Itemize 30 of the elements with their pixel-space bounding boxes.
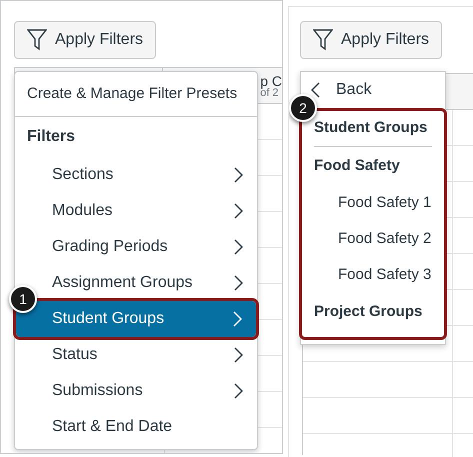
- chevron-left-icon: [311, 82, 320, 98]
- group-option[interactable]: Food Safety 2: [338, 228, 432, 250]
- group-option[interactable]: Food Safety 3: [338, 264, 432, 286]
- chevron-right-icon: [234, 203, 243, 219]
- column-subheader-text: of 2: [260, 88, 280, 99]
- filters-heading: Filters: [27, 127, 76, 147]
- group-heading: Project Groups: [314, 302, 422, 322]
- apply-filters-button[interactable]: Apply Filters: [14, 21, 156, 59]
- chevron-right-icon: [234, 347, 243, 363]
- menu-item[interactable]: Sections: [41, 157, 257, 193]
- menu-item[interactable]: Grading Periods: [41, 229, 257, 265]
- menu-item[interactable]: Submissions: [41, 373, 257, 409]
- filter-icon: [27, 29, 47, 51]
- menu-item[interactable]: Status: [41, 337, 257, 373]
- chevron-right-icon: [233, 311, 242, 327]
- chevron-right-icon: [234, 239, 243, 255]
- chevron-right-icon: [234, 275, 243, 291]
- menu-item[interactable]: Start & End Date: [41, 409, 257, 445]
- chevron-right-icon: [234, 167, 243, 183]
- menu-item[interactable]: Assignment Groups: [41, 265, 257, 301]
- filter-presets-link[interactable]: Create & Manage Filter Presets: [27, 85, 238, 102]
- group-option[interactable]: Food Safety 1: [338, 192, 432, 214]
- submenu-title: Student Groups: [314, 118, 428, 138]
- apply-filters-button[interactable]: Apply Filters: [300, 21, 442, 59]
- chevron-right-icon: [234, 383, 243, 399]
- step-number-badge: 2: [289, 94, 317, 122]
- menu-item[interactable]: Modules: [41, 193, 257, 229]
- filter-icon: [313, 29, 333, 51]
- group-heading: Food Safety: [314, 156, 400, 176]
- column-header-text: p C: [260, 74, 282, 88]
